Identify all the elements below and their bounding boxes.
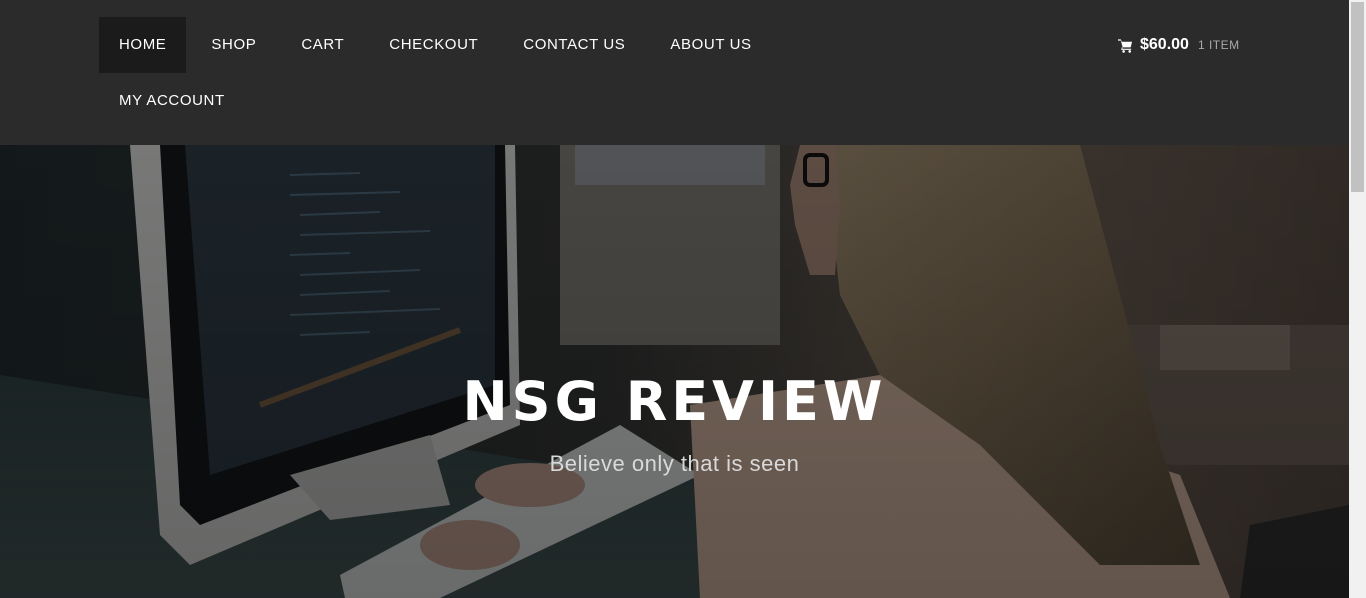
cart-total: $60.00: [1140, 36, 1189, 53]
nav-item-cart[interactable]: CART: [281, 17, 364, 73]
nav-item-home[interactable]: HOME: [99, 17, 187, 73]
nav-item-checkout[interactable]: CHECKOUT: [369, 17, 498, 73]
nav-item-shop[interactable]: SHOP: [191, 17, 276, 73]
header-cart-link[interactable]: $60.00 1 ITEM: [1118, 33, 1240, 57]
hero-tagline: Believe only that is seen: [549, 451, 800, 476]
page: HOME SHOP CART CHECKOUT CONTACT US ABOUT…: [0, 0, 1366, 598]
scrollbar-thumb[interactable]: [1351, 2, 1364, 192]
page-scrollbar[interactable]: [1349, 0, 1366, 598]
shopping-cart-icon: [1118, 38, 1133, 53]
site-header: HOME SHOP CART CHECKOUT CONTACT US ABOUT…: [0, 0, 1349, 145]
hero-title: NSG REVIEW: [462, 370, 887, 433]
main-navigation: HOME SHOP CART CHECKOUT CONTACT US ABOUT…: [99, 17, 799, 129]
nav-item-about-us[interactable]: ABOUT US: [650, 17, 771, 73]
nav-item-contact-us[interactable]: CONTACT US: [503, 17, 645, 73]
hero-banner: NSG REVIEW Believe only that is seen: [0, 145, 1349, 598]
nav-item-my-account[interactable]: MY ACCOUNT: [99, 73, 245, 129]
cart-item-count: 1 ITEM: [1197, 38, 1240, 52]
